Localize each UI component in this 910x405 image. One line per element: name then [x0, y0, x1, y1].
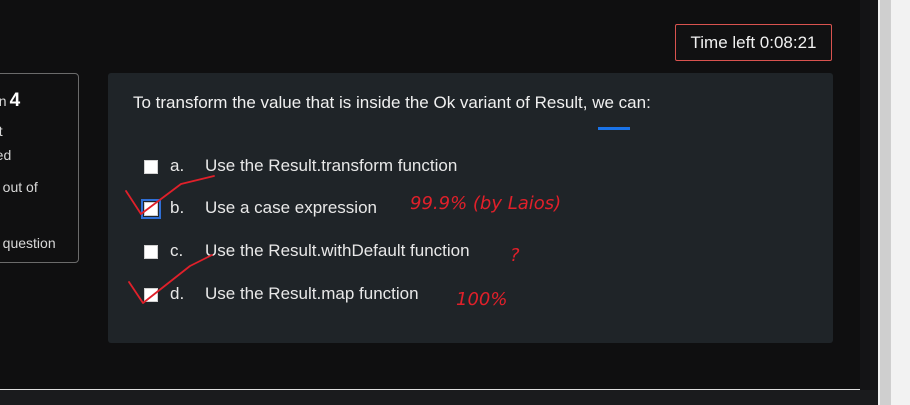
- scrollbar-thumb[interactable]: [880, 0, 891, 405]
- question-label-fragment: on: [0, 93, 7, 109]
- option-b-checkbox[interactable]: [141, 199, 161, 219]
- option-a-letter: a.: [170, 156, 185, 175]
- option-d-checkbox[interactable]: [144, 288, 158, 302]
- question-card: To transform the value that is inside th…: [108, 73, 833, 343]
- option-b-letter: b.: [170, 198, 185, 217]
- bottom-panel: [0, 390, 878, 405]
- question-status-line-2: red: [0, 147, 12, 163]
- flag-question-link[interactable]: g question: [0, 235, 56, 251]
- option-d-letter: d.: [170, 284, 185, 303]
- option-a-checkbox[interactable]: [144, 160, 158, 174]
- question-marks-line: d out of: [0, 179, 38, 195]
- question-number: 4: [9, 90, 21, 111]
- option-c-checkbox[interactable]: [144, 245, 158, 259]
- option-b-label: Use a case expression: [205, 198, 377, 217]
- option-a[interactable]: a. Use the Result.transform function: [144, 156, 544, 180]
- text-selection-underline: [598, 127, 630, 130]
- page-gutter: [860, 0, 878, 390]
- question-info-panel: on4 et red d out of g question: [0, 73, 79, 263]
- option-a-label: Use the Result.transform function: [205, 156, 458, 175]
- question-text: To transform the value that is inside th…: [133, 93, 651, 112]
- question-status-line-1: et: [0, 123, 3, 139]
- option-c-letter: c.: [170, 241, 184, 260]
- option-c[interactable]: c. Use the Result.withDefault function: [144, 241, 544, 265]
- question-info-heading: on4: [0, 90, 20, 112]
- option-b[interactable]: b. Use a case expression: [141, 198, 544, 222]
- option-d[interactable]: d. Use the Result.map function: [144, 284, 544, 308]
- time-left-timer: Time left 0:08:21: [675, 24, 832, 61]
- option-d-label: Use the Result.map function: [205, 284, 419, 303]
- option-c-label: Use the Result.withDefault function: [205, 241, 470, 260]
